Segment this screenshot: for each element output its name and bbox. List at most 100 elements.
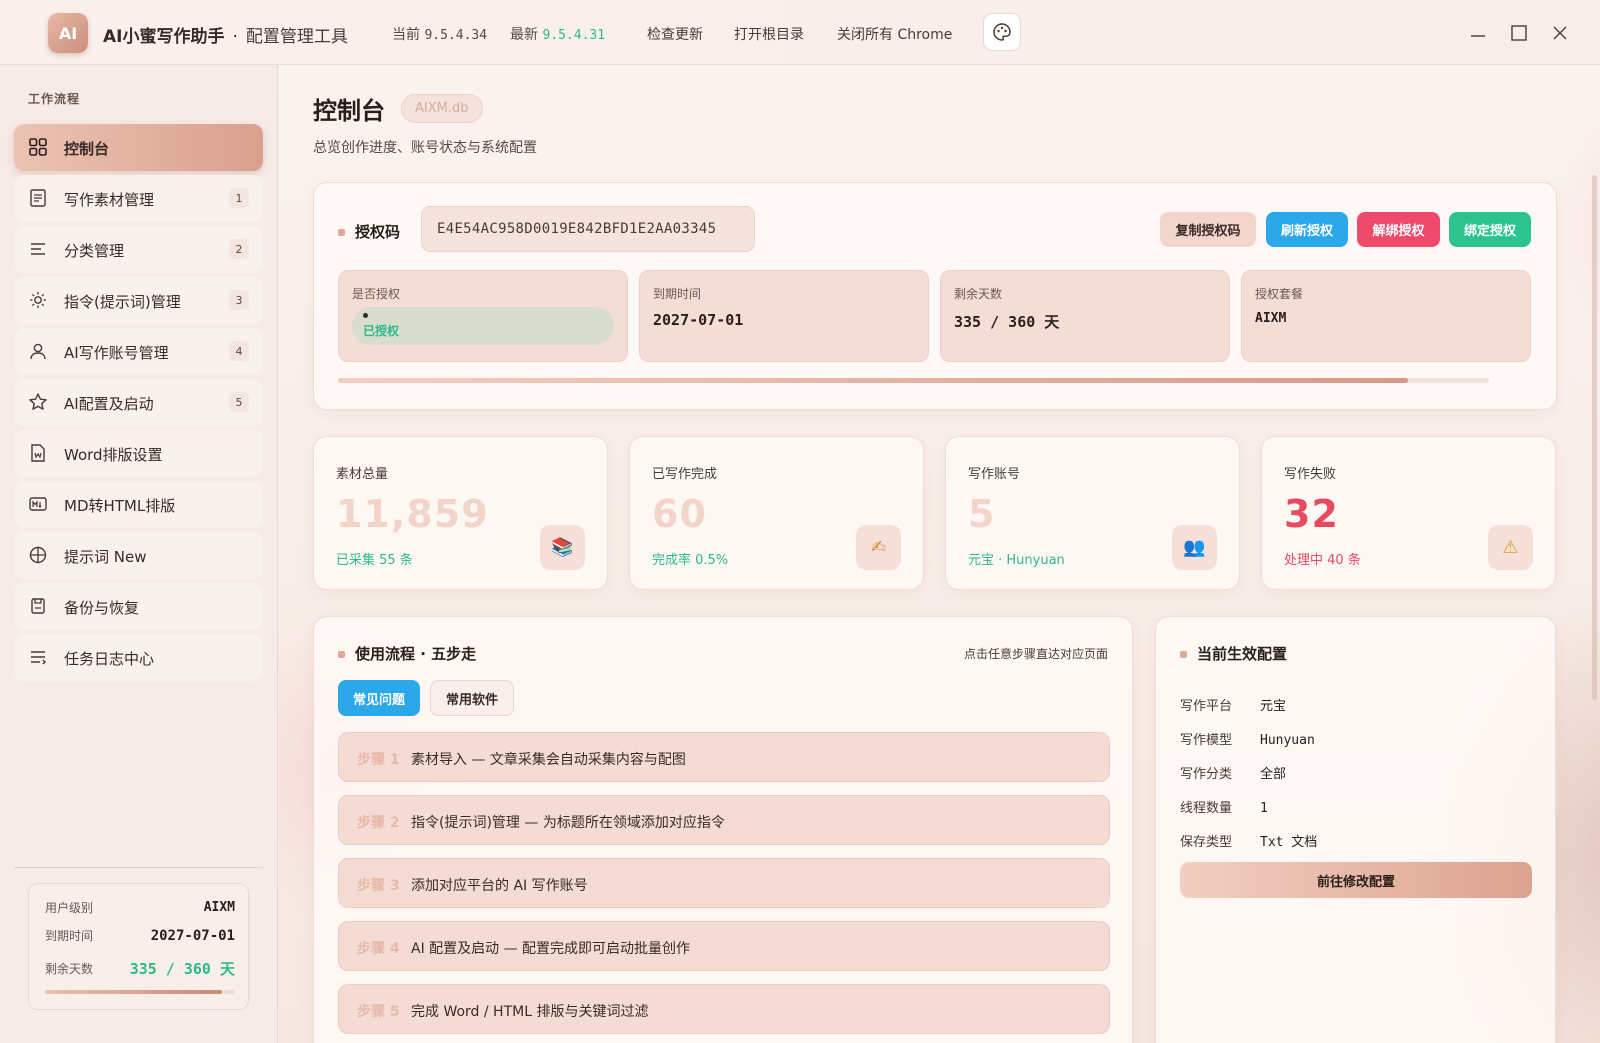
sidebar-item-label: MD转HTML排版 bbox=[64, 497, 176, 515]
step-text: 完成 Word / HTML 排版与关键词过滤 bbox=[411, 1004, 649, 1020]
check-update-link[interactable]: 检查更新 bbox=[647, 24, 703, 44]
close-chrome-link[interactable]: 关闭所有 Chrome bbox=[837, 24, 952, 44]
tab-common-software[interactable]: 常用软件 bbox=[430, 680, 514, 716]
user-expire-label: 到期时间 bbox=[45, 929, 94, 943]
sidebar-item-label: AI写作账号管理 bbox=[64, 344, 169, 362]
license-card: 授权码 E4E54AC958D0019E842BFD1E2AA03345 复制授… bbox=[313, 182, 1557, 410]
flow-step-1[interactable]: 步骤 1 素材导入 — 文章采集会自动采集内容与配图 bbox=[338, 732, 1110, 782]
info-box-days: 剩余天数 335 / 360 天 bbox=[940, 270, 1230, 362]
close-icon bbox=[1553, 26, 1567, 40]
user-info-card: 用户级别 AIXM 到期时间 2027-07-01 剩余天数 335 / 360… bbox=[28, 883, 249, 1010]
section-marker bbox=[338, 229, 345, 236]
flow-step-3[interactable]: 步骤 3 添加对应平台的 AI 写作账号 bbox=[338, 858, 1110, 908]
latest-version-label: 最新 bbox=[510, 27, 538, 43]
globe-icon bbox=[29, 546, 47, 564]
status-dot bbox=[363, 313, 368, 318]
sidebar-item-label: 指令(提示词)管理 bbox=[64, 293, 181, 311]
books-icon: 📚 bbox=[540, 525, 585, 570]
license-label: 授权码 bbox=[338, 221, 400, 242]
tab-faq[interactable]: 常见问题 bbox=[338, 680, 420, 716]
stat-label: 素材总量 bbox=[336, 467, 389, 482]
license-code-field[interactable]: E4E54AC958D0019E842BFD1E2AA03345 bbox=[421, 206, 755, 252]
stat-card-failed: 写作失败 32 处理中 40 条 ⚠ bbox=[1261, 436, 1556, 590]
user-expire-value: 2027-07-01 bbox=[150, 927, 235, 944]
log-icon bbox=[31, 651, 46, 665]
config-row-category: 写作分类 全部 bbox=[1180, 763, 1286, 782]
sidebar-item-backup[interactable]: 备份与恢复 bbox=[14, 583, 263, 630]
copy-license-button[interactable]: 复制授权码 bbox=[1160, 212, 1256, 247]
sidebar-item-word-layout[interactable]: Word排版设置 bbox=[14, 430, 263, 477]
sidebar-item-label: Word排版设置 bbox=[64, 446, 163, 464]
config-title-text: 当前生效配置 bbox=[1197, 645, 1288, 663]
sidebar-item-categories[interactable]: 分类管理 2 bbox=[14, 226, 263, 273]
user-days-progress-fill bbox=[45, 990, 222, 994]
dashboard-icon bbox=[29, 138, 47, 156]
config-key: 写作平台 bbox=[1180, 699, 1233, 714]
sidebar-item-materials[interactable]: 写作素材管理 1 bbox=[14, 175, 263, 222]
edit-config-button[interactable]: 前往修改配置 bbox=[1180, 862, 1532, 898]
info-box-value: AIXM bbox=[1255, 311, 1287, 326]
sidebar-item-ai-config[interactable]: AI配置及启动 5 bbox=[14, 379, 263, 426]
sidebar-item-accounts[interactable]: AI写作账号管理 4 bbox=[14, 328, 263, 375]
user-level-value: AIXM bbox=[203, 900, 235, 915]
user-days-progress bbox=[45, 990, 235, 994]
sidebar-item-prompt-new[interactable]: 提示词 New bbox=[14, 532, 263, 579]
usage-flow-card: 使用流程 · 五步走 点击任意步骤直达对应页面 常见问题 常用软件 步骤 1 素… bbox=[313, 616, 1133, 1043]
sidebar-section-title: 工作流程 bbox=[28, 92, 81, 106]
refresh-license-button[interactable]: 刷新授权 bbox=[1266, 212, 1348, 247]
sidebar-item-badge: 1 bbox=[229, 188, 249, 208]
authorized-status-pill: 已授权 bbox=[352, 307, 614, 345]
page-subtitle: 总览创作进度、账号状态与系统配置 bbox=[313, 140, 537, 156]
sidebar-item-label: AI配置及启动 bbox=[64, 395, 154, 413]
config-key: 线程数量 bbox=[1180, 801, 1233, 816]
sidebar-item-dashboard[interactable]: 控制台 bbox=[14, 124, 263, 171]
flow-step-5[interactable]: 步骤 5 完成 Word / HTML 排版与关键词过滤 bbox=[338, 984, 1110, 1034]
stat-value: 11,859 bbox=[336, 492, 489, 536]
bind-license-button[interactable]: 绑定授权 bbox=[1449, 212, 1531, 247]
stat-label: 写作账号 bbox=[968, 467, 1021, 482]
title-separator: · bbox=[232, 27, 238, 47]
app-subtitle: 配置管理工具 bbox=[245, 27, 348, 47]
stat-card-completed: 已写作完成 60 完成率 0.5% ✍ bbox=[629, 436, 924, 590]
flow-title-text: 使用流程 · 五步走 bbox=[355, 645, 477, 663]
step-number: 步骤 1 bbox=[357, 752, 400, 768]
main-scrollbar[interactable] bbox=[1592, 175, 1597, 700]
config-value: 全部 bbox=[1260, 767, 1287, 782]
config-value: 1 bbox=[1260, 801, 1268, 816]
sidebar-item-logs[interactable]: 任务日志中心 bbox=[14, 634, 263, 681]
stat-value: 60 bbox=[652, 492, 707, 536]
user-expire-row: 到期时间 2027-07-01 bbox=[45, 927, 235, 944]
close-window-button[interactable] bbox=[1547, 20, 1573, 46]
step-number: 步骤 2 bbox=[357, 815, 400, 831]
step-number: 步骤 5 bbox=[357, 1004, 400, 1020]
config-key: 写作分类 bbox=[1180, 767, 1233, 782]
unbind-license-button[interactable]: 解绑授权 bbox=[1357, 212, 1440, 247]
config-value: Txt 文档 bbox=[1260, 835, 1318, 850]
user-days-value: 335 / 360 天 bbox=[129, 960, 235, 978]
flow-step-4[interactable]: 步骤 4 AI 配置及启动 — 配置完成即可启动批量创作 bbox=[338, 921, 1110, 971]
sidebar-item-md-html[interactable]: MD转HTML排版 bbox=[14, 481, 263, 528]
user-level-label: 用户级别 bbox=[45, 901, 94, 915]
sidebar-item-prompts[interactable]: 指令(提示词)管理 3 bbox=[14, 277, 263, 324]
minimize-button[interactable] bbox=[1465, 20, 1491, 46]
database-badge: AIXM.db bbox=[401, 94, 483, 123]
stat-hint: 已采集 55 条 bbox=[336, 553, 413, 568]
sidebar-item-badge: 5 bbox=[229, 392, 249, 412]
maximize-button[interactable] bbox=[1506, 20, 1532, 46]
users-icon: 👥 bbox=[1172, 525, 1217, 570]
config-value: Hunyuan bbox=[1260, 733, 1315, 748]
app-logo: AI bbox=[48, 13, 88, 53]
latest-version-value: 9.5.4.31 bbox=[542, 28, 606, 43]
active-config-card: 当前生效配置 写作平台 元宝 写作模型 Hunyuan 写作分类 全部 线程数量 1 保… bbox=[1155, 616, 1556, 1043]
backup-icon bbox=[31, 598, 45, 614]
open-root-link[interactable]: 打开根目录 bbox=[734, 24, 804, 44]
sidebar-item-badge: 2 bbox=[229, 239, 249, 259]
flow-step-2[interactable]: 步骤 2 指令(提示词)管理 — 为标题所在领域添加对应指令 bbox=[338, 795, 1110, 845]
theme-palette-button[interactable] bbox=[983, 13, 1021, 51]
step-text: AI 配置及启动 — 配置完成即可启动批量创作 bbox=[411, 941, 691, 957]
section-marker bbox=[338, 651, 345, 658]
document-icon bbox=[30, 189, 46, 207]
sidebar-item-badge: 3 bbox=[229, 290, 249, 310]
config-row-save-type: 保存类型 Txt 文档 bbox=[1180, 831, 1317, 850]
word-file-icon bbox=[31, 444, 45, 462]
